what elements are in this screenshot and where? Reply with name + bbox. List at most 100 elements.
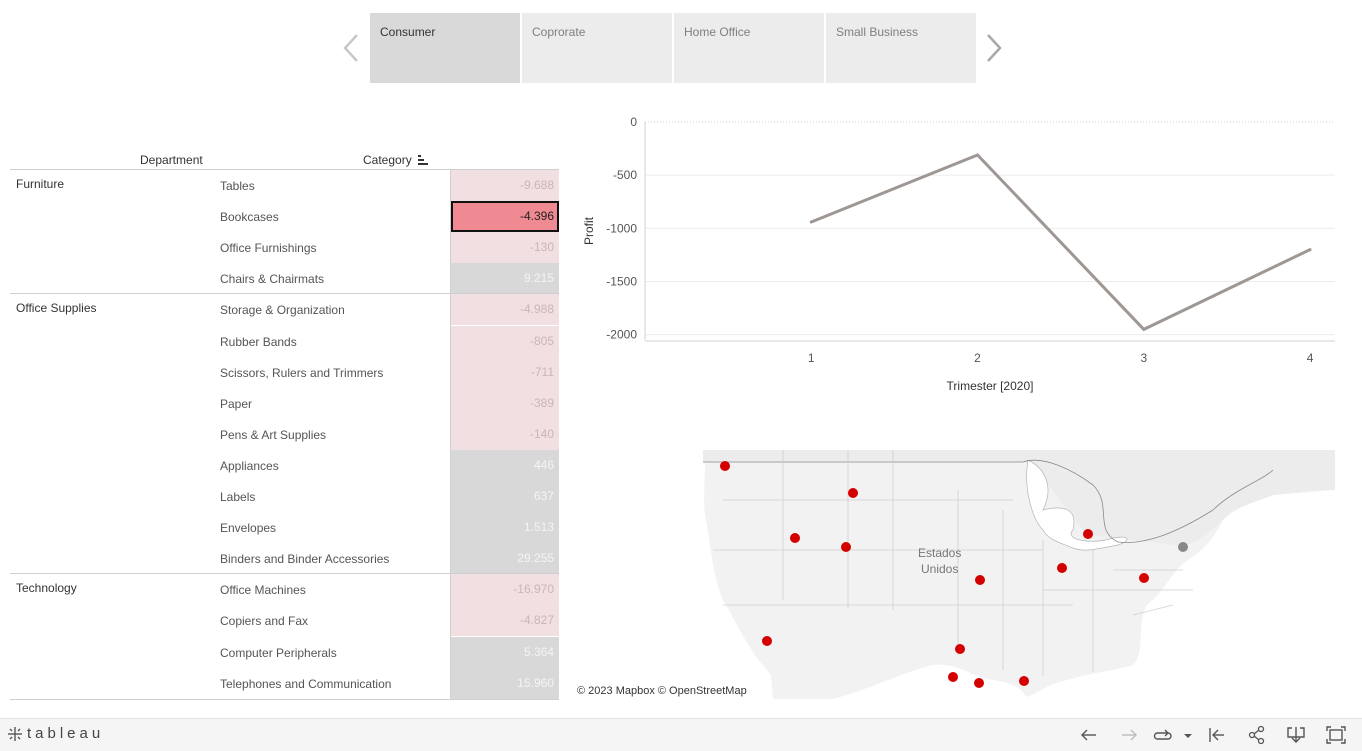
data-point[interactable] bbox=[976, 153, 980, 157]
revert-options-dropdown[interactable] bbox=[1181, 725, 1195, 745]
table-row[interactable]: Appliances 446 bbox=[10, 449, 559, 481]
table-row[interactable]: Office Furnishings -130 bbox=[10, 232, 559, 264]
category-label: Bookcases bbox=[220, 210, 279, 225]
map-marker[interactable] bbox=[720, 461, 730, 471]
profit-cell[interactable]: 15.960 bbox=[451, 667, 559, 699]
table-row[interactable]: Office Machines -16.970 bbox=[10, 574, 559, 606]
segment-tab-consumer[interactable]: Consumer bbox=[370, 13, 520, 83]
download-button[interactable] bbox=[1285, 725, 1307, 745]
category-header-label: Category bbox=[363, 153, 412, 167]
data-point[interactable] bbox=[809, 220, 813, 224]
table-row[interactable]: Chairs & Chairmats 9.215 bbox=[10, 263, 559, 295]
profit-cell[interactable]: 1.513 bbox=[451, 512, 559, 544]
table-row[interactable]: Copiers and Fax -4.827 bbox=[10, 605, 559, 637]
profit-cell[interactable]: -9.688 bbox=[451, 170, 559, 201]
share-button[interactable] bbox=[1246, 725, 1268, 745]
y-tick-label: -1500 bbox=[606, 275, 637, 289]
profit-cell[interactable]: -711 bbox=[451, 356, 559, 388]
map-marker[interactable] bbox=[975, 575, 985, 585]
table-row[interactable]: Storage & Organization -4.988 bbox=[10, 294, 559, 326]
undo-button[interactable] bbox=[1078, 725, 1100, 745]
sort-descending-icon[interactable] bbox=[418, 154, 429, 168]
map-marker[interactable] bbox=[790, 533, 800, 543]
segment-tab-small-business[interactable]: Small Business bbox=[826, 13, 976, 83]
table-row[interactable]: Computer Peripherals 5.364 bbox=[10, 636, 559, 668]
profit-line[interactable] bbox=[810, 153, 1311, 332]
x-tick-label: 2 bbox=[974, 351, 981, 365]
profit-cell[interactable]: -16.970 bbox=[451, 574, 559, 606]
profit-cell[interactable]: 446 bbox=[451, 449, 559, 481]
department-header: Department bbox=[140, 153, 203, 167]
table-row[interactable]: Envelopes 1.513 bbox=[10, 512, 559, 544]
segment-tab-home-office[interactable]: Home Office bbox=[674, 13, 824, 83]
profit-cell[interactable]: -4.988 bbox=[451, 294, 559, 326]
chevron-right-icon bbox=[987, 34, 1002, 62]
tableau-brand[interactable]: tableau bbox=[7, 725, 104, 742]
map-marker[interactable] bbox=[1019, 676, 1029, 686]
map-marker[interactable] bbox=[1083, 529, 1093, 539]
category-label: Chairs & Chairmats bbox=[220, 272, 325, 287]
map-marker[interactable] bbox=[762, 636, 772, 646]
dropdown-icon bbox=[1184, 734, 1192, 738]
tableau-toolbar: tableau bbox=[0, 718, 1362, 751]
profit-cell[interactable]: -140 bbox=[451, 418, 559, 450]
revert-button[interactable] bbox=[1153, 725, 1175, 745]
previous-segment-button[interactable] bbox=[342, 33, 360, 63]
table-row[interactable]: Tables -9.688 bbox=[10, 170, 559, 201]
map-marker[interactable] bbox=[848, 488, 858, 498]
revert-icon bbox=[1153, 729, 1172, 740]
redo-button[interactable] bbox=[1118, 725, 1140, 745]
map-marker[interactable] bbox=[841, 542, 851, 552]
category-label: Scissors, Rulers and Trimmers bbox=[220, 365, 384, 380]
map-marker[interactable] bbox=[1057, 563, 1067, 573]
table-row[interactable]: Telephones and Communication 15.960 bbox=[10, 667, 559, 699]
fullscreen-button[interactable] bbox=[1325, 725, 1347, 745]
us-map[interactable]: Estados Unidos © 2023 Mapbox © OpenStree… bbox=[573, 450, 1335, 699]
reset-button[interactable] bbox=[1206, 725, 1228, 745]
category-label: Paper bbox=[220, 396, 253, 411]
data-point[interactable] bbox=[1142, 327, 1146, 331]
profit-cell[interactable]: -805 bbox=[451, 325, 559, 357]
undo-icon bbox=[1081, 729, 1096, 741]
profit-cell[interactable]: -389 bbox=[451, 387, 559, 419]
data-point[interactable] bbox=[1308, 248, 1312, 252]
category-label: Binders and Binder Accessories bbox=[220, 552, 390, 567]
map-marker-selected[interactable] bbox=[1178, 542, 1188, 552]
category-label: Storage & Organization bbox=[220, 303, 345, 318]
category-label: Computer Peripherals bbox=[220, 645, 337, 660]
map-marker[interactable] bbox=[974, 678, 984, 688]
category-label: Office Machines bbox=[220, 583, 306, 598]
x-axis-title: Trimester [2020] bbox=[947, 379, 1034, 393]
table-row[interactable]: Scissors, Rulers and Trimmers -711 bbox=[10, 356, 559, 388]
profit-cell-selected[interactable]: -4.396 bbox=[451, 201, 559, 233]
table-row[interactable]: Rubber Bands -805 bbox=[10, 325, 559, 357]
table-row[interactable]: Paper -389 bbox=[10, 387, 559, 419]
category-header[interactable]: Category bbox=[363, 153, 429, 168]
x-tick-label: 1 bbox=[808, 351, 815, 365]
map-marker[interactable] bbox=[955, 644, 965, 654]
map-marker[interactable] bbox=[948, 672, 958, 682]
category-label: Pens & Art Supplies bbox=[220, 427, 327, 442]
category-label: Telephones and Communication bbox=[220, 676, 392, 691]
category-label: Tables bbox=[220, 179, 255, 193]
table-row[interactable]: Labels 637 bbox=[10, 481, 559, 512]
table-row[interactable]: Binders and Binder Accessories 29.255 bbox=[10, 543, 559, 575]
table-row[interactable]: Pens & Art Supplies -140 bbox=[10, 418, 559, 450]
table-row[interactable]: Bookcases -4.396 bbox=[10, 201, 559, 233]
profit-cell[interactable]: 5.364 bbox=[451, 636, 559, 668]
profit-cell[interactable]: 637 bbox=[451, 481, 559, 512]
category-label: Rubber Bands bbox=[220, 334, 297, 349]
profit-line-chart: 0 -500 -1000 -1500 -2000 1 2 3 4 Profit Trimester … bbox=[582, 115, 1335, 393]
profit-cell[interactable]: -4.827 bbox=[451, 605, 559, 637]
y-tick-label: -1000 bbox=[606, 221, 637, 235]
redo-icon bbox=[1122, 729, 1137, 741]
next-segment-button[interactable] bbox=[985, 33, 1003, 63]
segment-tab-coprorate[interactable]: Coprorate bbox=[522, 13, 672, 83]
map-attribution[interactable]: © 2023 Mapbox © OpenStreetMap bbox=[577, 685, 747, 697]
y-axis-title: Profit bbox=[582, 216, 596, 245]
profit-cell[interactable]: 29.255 bbox=[451, 543, 559, 575]
profit-cell[interactable]: 9.215 bbox=[451, 263, 559, 295]
chevron-left-icon bbox=[343, 34, 358, 62]
map-marker[interactable] bbox=[1139, 573, 1149, 583]
profit-cell[interactable]: -130 bbox=[451, 232, 559, 264]
